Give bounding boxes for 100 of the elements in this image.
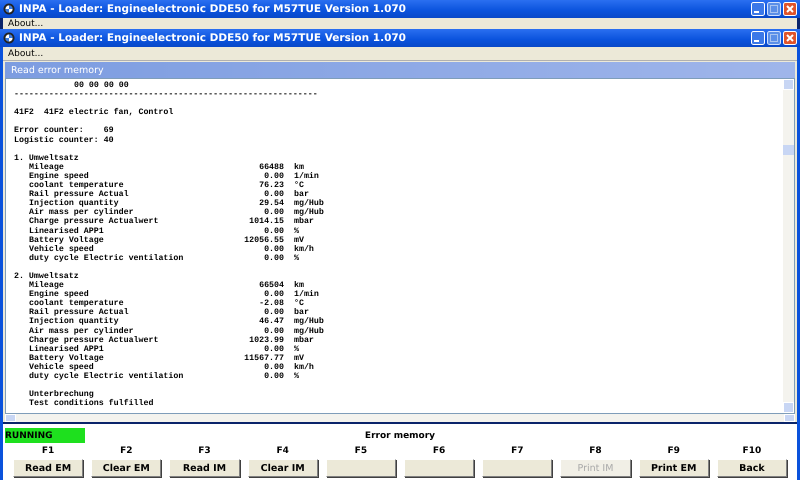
report-text: 1. Umweltsatz xyxy=(14,154,79,163)
parameter-unit: % xyxy=(293,226,299,236)
parameter-value: -2.08 xyxy=(258,299,284,308)
parameter-value: 0.00 xyxy=(263,344,284,354)
parameter-label: coolant temperature xyxy=(29,299,124,308)
status-indicator: RUNNING xyxy=(5,428,85,443)
function-key-label: F4 xyxy=(276,445,289,458)
scroll-right-icon[interactable] xyxy=(784,414,795,422)
parameter-label: Charge pressure Actualwert xyxy=(29,336,158,345)
function-key-label: F1 xyxy=(42,445,54,458)
close-button[interactable] xyxy=(783,2,797,16)
function-key-label: F9 xyxy=(667,445,680,458)
parameter-label: Engine speed xyxy=(29,290,89,300)
roundel-icon xyxy=(3,3,15,15)
parameter-value: 1023.99 xyxy=(248,336,284,345)
parameter-unit: mV xyxy=(293,236,304,245)
parameter-value: 0.00 xyxy=(263,326,284,336)
parameter-value: 1014.15 xyxy=(248,217,284,226)
parameter-unit: km xyxy=(293,281,304,290)
parameter-unit: mbar xyxy=(293,336,314,345)
report-text: ------------------------------------------------------------- xyxy=(14,90,318,100)
window-title: INPA - Loader: Engineelectronic DDE50 for M57TUE Version 1.070 xyxy=(19,3,407,15)
report-text: 41F2 41F2 electric fan, Control xyxy=(14,108,174,118)
parameter-label: Battery Voltage xyxy=(29,236,104,245)
parameter-value: 46.47 xyxy=(258,317,284,327)
minimize-button[interactable] xyxy=(751,2,765,16)
parameter-unit: % xyxy=(293,344,299,354)
parameter-unit: mg/Hub xyxy=(293,199,324,208)
report-text: 2. Umweltsatz xyxy=(14,272,79,281)
parameter-value: 0.00 xyxy=(263,308,284,318)
function-button[interactable] xyxy=(482,459,552,477)
parameter-unit: km xyxy=(293,162,304,172)
scroll-down-icon[interactable] xyxy=(783,402,794,413)
parameter-label: Rail pressure Actual xyxy=(29,308,129,318)
parameter-label: duty cycle Electric ventilation xyxy=(29,372,184,381)
parameter-label: Air mass per cylinder xyxy=(29,208,134,218)
parameter-label: Charge pressure Actualwert xyxy=(29,217,158,226)
function-key-label: F10 xyxy=(742,445,762,458)
report-text: Error counter: 69 xyxy=(14,126,114,136)
report-text: Test conditions fulfilled xyxy=(29,399,154,408)
parameter-label: Mileage xyxy=(29,162,64,172)
parameter-label: Injection quantity xyxy=(29,199,119,208)
parameter-value: 11567.77 xyxy=(243,354,284,363)
function-key-label: F7 xyxy=(511,445,524,458)
parameter-label: Linearised APP1 xyxy=(29,226,104,236)
function-button[interactable] xyxy=(404,459,474,477)
menu-item[interactable]: About... xyxy=(8,48,44,58)
parameter-unit: bar xyxy=(293,308,309,318)
parameter-value: 0.00 xyxy=(263,254,284,263)
function-button[interactable]: Read EM xyxy=(13,459,84,477)
function-button[interactable]: Clear IM xyxy=(248,459,318,477)
parameter-unit: °C xyxy=(293,299,304,308)
parameter-label: Mileage xyxy=(29,281,64,290)
close-button[interactable] xyxy=(783,31,797,45)
window-title: INPA - Loader: Engineelectronic DDE50 for M57TUE Version 1.070 xyxy=(19,32,407,44)
parameter-value: 12056.55 xyxy=(243,236,284,245)
parameter-label: Battery Voltage xyxy=(29,354,104,363)
scroll-up-icon[interactable] xyxy=(783,79,794,90)
parameter-label: Injection quantity xyxy=(29,317,119,326)
function-key-label: F8 xyxy=(589,445,602,458)
function-key-label: F5 xyxy=(354,445,368,458)
parameter-unit: bar xyxy=(293,190,309,200)
parameter-value: 0.00 xyxy=(263,244,284,254)
function-button[interactable]: Back xyxy=(716,459,787,477)
parameter-value: 0.00 xyxy=(263,172,284,182)
report-text: Unterbrechung xyxy=(29,390,94,400)
function-button[interactable]: Print EM xyxy=(638,459,709,477)
scroll-left-icon[interactable] xyxy=(5,414,16,422)
maximize-button[interactable] xyxy=(767,31,781,45)
parameter-unit: mV xyxy=(293,354,304,363)
parameter-label: Air mass per cylinder xyxy=(29,326,134,336)
screen-title: Error memory xyxy=(364,430,436,440)
parameter-value: 0.00 xyxy=(263,226,284,236)
parameter-value: 0.00 xyxy=(263,190,284,200)
parameter-value: 76.23 xyxy=(258,181,284,190)
parameter-unit: mg/Hub xyxy=(293,326,324,336)
function-button[interactable] xyxy=(326,459,396,477)
maximize-button[interactable] xyxy=(767,2,781,16)
panel-header: Read error memory xyxy=(5,62,795,78)
parameter-value: 0.00 xyxy=(263,372,284,382)
scroll-thumb[interactable] xyxy=(783,145,794,155)
menu-item[interactable]: About... xyxy=(8,18,44,28)
function-button[interactable]: Clear EM xyxy=(91,459,162,477)
report-text: Logistic counter: 40 xyxy=(14,136,114,145)
parameter-unit: % xyxy=(293,254,299,263)
parameter-label: Engine speed xyxy=(29,172,89,181)
parameter-value: 0.00 xyxy=(263,290,284,300)
parameter-unit: km/h xyxy=(293,362,314,372)
hex-code-text: 00 00 00 00 xyxy=(74,81,129,90)
parameter-value: 0.00 xyxy=(263,208,284,218)
parameter-label: Vehicle speed xyxy=(29,362,94,372)
parameter-value: 66504 xyxy=(258,281,284,290)
parameter-value: 29.54 xyxy=(258,199,284,208)
parameter-label: Rail pressure Actual xyxy=(29,190,129,200)
function-key-label: F3 xyxy=(198,445,211,458)
function-button[interactable]: Read IM xyxy=(169,459,240,477)
minimize-button[interactable] xyxy=(751,31,765,45)
parameter-unit: mg/Hub xyxy=(293,317,324,327)
parameter-label: Vehicle speed xyxy=(29,244,94,254)
parameter-unit: mg/Hub xyxy=(293,208,324,218)
